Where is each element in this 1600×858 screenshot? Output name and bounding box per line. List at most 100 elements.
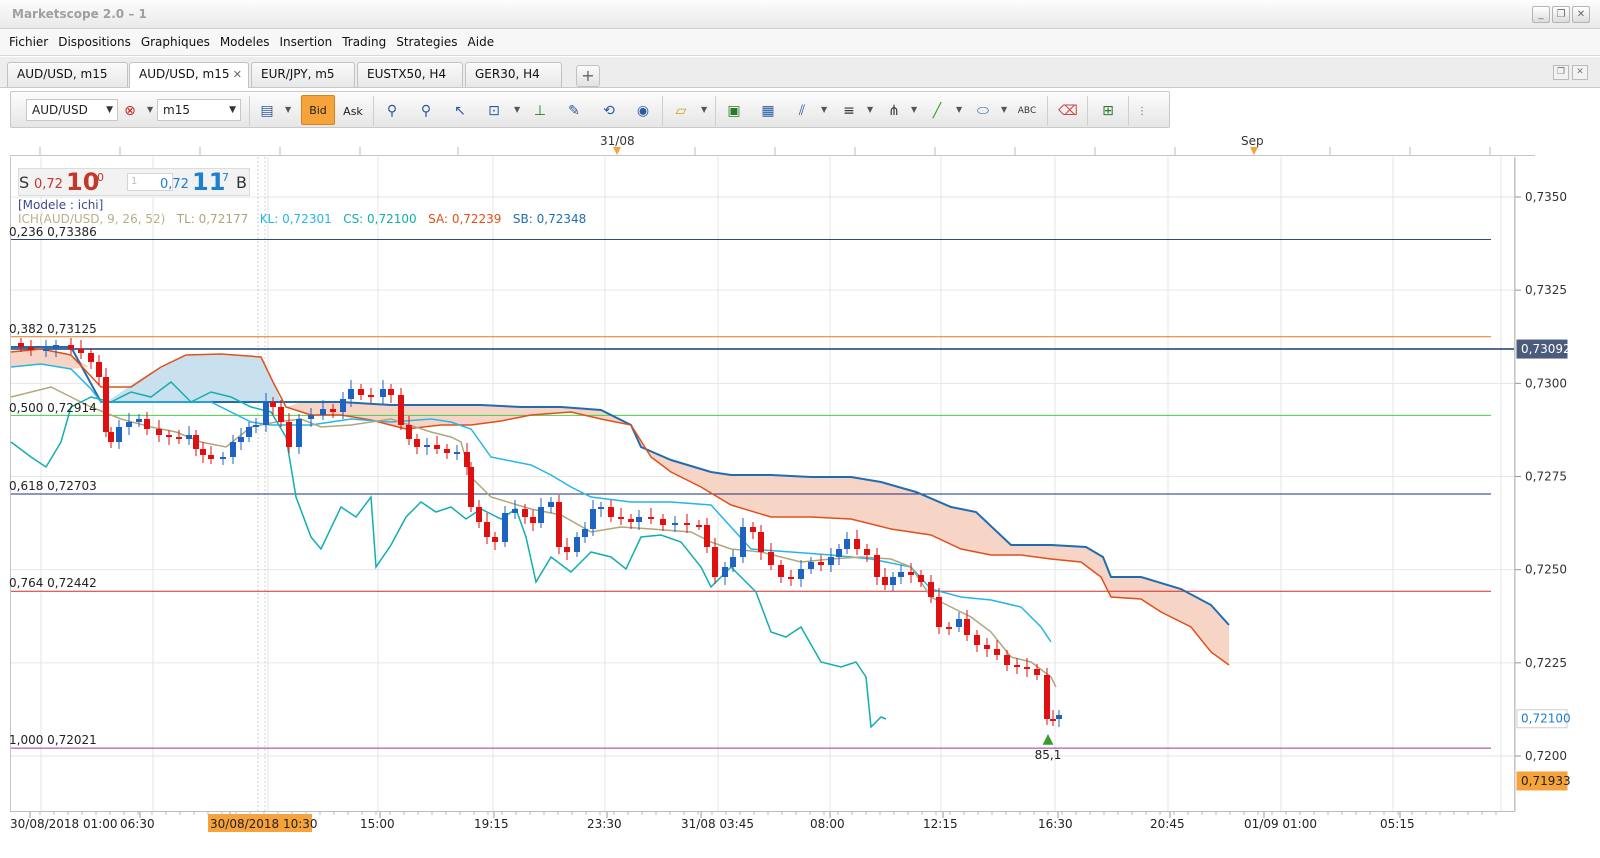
chevron-down-icon[interactable]: ▼ [1001,105,1007,114]
close-chart-icon[interactable]: ✕ [1572,65,1588,80]
candle [253,425,259,427]
sync-icon[interactable]: ⟲ [596,98,622,124]
buy-prefix: 0,72 [160,177,189,192]
cursor-icon[interactable]: ↖ [447,98,473,124]
chevron-down-icon[interactable]: ▼ [821,105,827,114]
candle [270,402,276,407]
candle [898,572,904,577]
hierarchy-icon[interactable]: ⊞ [1095,98,1121,124]
zoom-range-icon[interactable]: ⊡ [481,98,507,124]
price-tick-label: 0,7275 [1525,470,1567,484]
trendline-icon[interactable]: ╱ [924,98,950,124]
chevron-down-icon[interactable]: ▼ [147,105,153,114]
instrument-select[interactable]: AUD/USD ▼ [26,99,118,121]
menu-strategies[interactable]: Strategies [391,35,462,49]
chart-type-icon[interactable]: ▤ [254,98,280,124]
candle [96,362,102,377]
crosshair-icon[interactable]: ⊗ [117,98,143,124]
ruler-icon[interactable]: ▱ [668,98,694,124]
candle [166,435,172,437]
buy-label: B [236,173,247,192]
sell-prefix: 0,72 [34,177,63,192]
candle [808,562,814,569]
chikou-line [11,381,887,729]
indicator-legend: ICH(AUD/USD, 9, 26, 52) TL: 0,72177 KL: … [18,212,586,226]
candle [444,449,450,453]
candle [380,389,386,397]
tab-aud-usd-m15-2[interactable]: AUD/USD, m15 ✕ [129,62,249,88]
chart-area[interactable] [10,157,1515,811]
chevron-down-icon[interactable]: ▼ [701,105,707,114]
zoom-out-icon[interactable]: ⚲ [413,98,439,124]
menu-graphiques[interactable]: Graphiques [136,35,215,49]
image-icon[interactable]: ▣ [721,98,747,124]
chevron-down-icon[interactable]: ▼ [911,105,917,114]
candle [956,619,962,627]
candle [1024,667,1030,669]
candle [406,425,412,439]
candle [946,627,952,629]
minimize-icon[interactable]: _ [1532,6,1550,23]
candle [788,577,794,579]
window-icon[interactable]: ▦ [755,98,781,124]
time-tick-label: 30/08/2018 10:30 [210,817,318,831]
lines-icon[interactable]: ≡ [836,98,862,124]
date-marker-icon [613,147,621,155]
chevron-down-icon[interactable]: ▼ [956,105,962,114]
sell-price[interactable]: 10 [66,168,99,196]
fib-label-0382: 0,382 0,73125 [9,322,97,336]
candle [730,557,736,567]
menu-fichier[interactable]: Fichier [4,35,53,49]
candle [750,527,756,532]
tab-aud-usd-m15-1[interactable]: AUD/USD, m15 [7,62,128,87]
eraser-icon[interactable]: ⌫ [1055,98,1081,124]
close-tab-icon[interactable]: ✕ [233,63,242,86]
chevron-down-icon[interactable]: ▼ [514,105,520,114]
price-tick-label: 0,7300 [1525,376,1567,390]
indicator-cs: CS: 0,72100 [343,212,417,226]
fibonacci-icon[interactable]: ⫽ [789,98,815,124]
menu-trading[interactable]: Trading [337,35,391,49]
candle [768,552,774,565]
bid-button[interactable]: Bid [301,95,335,125]
restore-icon[interactable]: ❐ [1552,6,1570,23]
time-axis[interactable]: 30/08/2018 01:00 06:30 30/08/2018 10:30 15:… [10,811,1515,858]
time-tick-label: 30/08/2018 01:00 [10,817,118,831]
text-icon[interactable]: ABC [1014,98,1040,124]
tab-ger30-h4[interactable]: GER30, H4 [465,62,562,87]
candle [1056,715,1062,719]
pitchfork-icon[interactable]: ⋔ [881,98,907,124]
level-icon[interactable]: ⊥ [527,98,553,124]
menu-dispositions[interactable]: Dispositions [53,35,136,49]
candle [818,562,824,565]
chevron-down-icon[interactable]: ▼ [285,105,291,114]
tab-eustx50-h4[interactable]: EUSTX50, H4 [357,62,463,87]
candle [368,395,374,397]
timeframe-select[interactable]: m15 ▼ [157,99,241,121]
globe-icon[interactable]: ◉ [630,98,656,124]
top-axis-ticks [39,147,1491,155]
candle [263,402,269,425]
candle [574,537,580,552]
restore-chart-icon[interactable]: ❐ [1553,65,1569,80]
ellipse-icon[interactable]: ⬭ [970,98,996,124]
buy-price[interactable]: 11 [192,168,225,196]
menu-aide[interactable]: Aide [463,35,500,49]
menu-modeles[interactable]: Modeles [215,35,275,49]
tab-eur-jpy-m5[interactable]: EUR/JPY, m5 [251,62,355,87]
chevron-down-icon[interactable]: ▼ [867,105,873,114]
price-chart[interactable] [11,157,1515,811]
close-icon[interactable]: ✕ [1572,6,1590,23]
add-tab-button[interactable]: + [576,65,600,87]
candle [53,345,59,349]
candle [398,395,404,425]
menu-insertion[interactable]: Insertion [275,35,338,49]
candle [1014,665,1020,667]
note-icon[interactable]: ✎ [561,98,587,124]
tab-label: AUD/USD, m15 [139,67,230,81]
candle [1004,655,1010,665]
price-axis[interactable]: 0,7350 0,7325 0,7300 0,7275 0,7250 0,7225 0,72… [1515,157,1600,811]
zoom-in-icon[interactable]: ⚲ [379,98,405,124]
more-icon[interactable]: ⋮ [1129,98,1155,124]
ask-button[interactable]: Ask [338,98,368,124]
